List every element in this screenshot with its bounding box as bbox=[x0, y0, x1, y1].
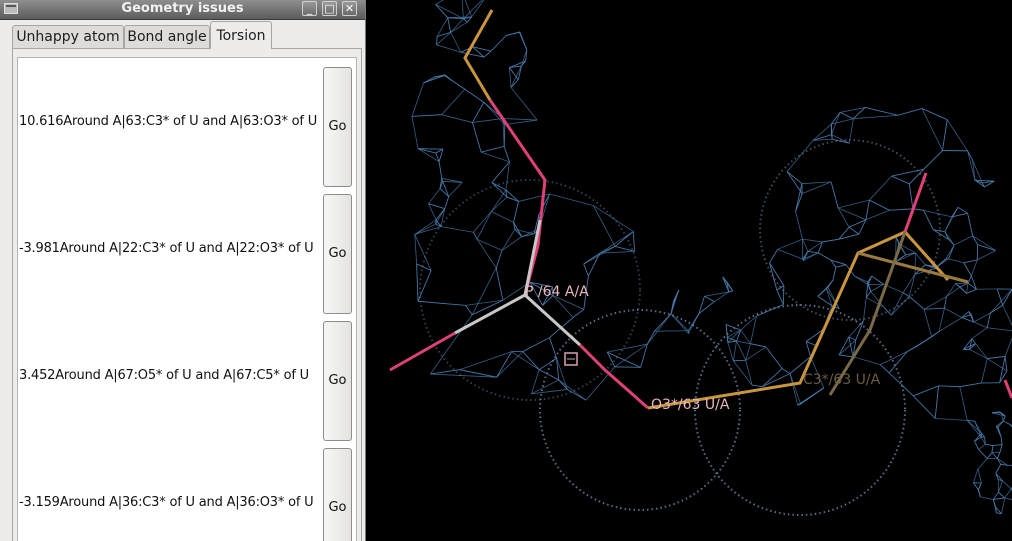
list-item: 10.616Around A|63:C3* of U and A|63:O3* … bbox=[18, 58, 356, 187]
close-button[interactable]: ✕ bbox=[342, 1, 357, 16]
minimize-button[interactable]: _ bbox=[302, 1, 317, 16]
tab-unhappy-atom[interactable]: Unhappy atom bbox=[12, 25, 124, 48]
torsion-value: 10.616 bbox=[19, 114, 64, 129]
torsion-value: 3.452 bbox=[19, 368, 56, 383]
torsion-value: -3.159 bbox=[19, 495, 60, 510]
oxygen-bond-left bbox=[389, 331, 456, 372]
go-button[interactable]: Go bbox=[323, 448, 352, 541]
torsion-text: -3.981Around A|22:C3* of U and A|22:O3* … bbox=[19, 185, 314, 312]
oxygen-bond-right bbox=[903, 172, 928, 233]
phosphate-bond-down bbox=[523, 293, 582, 347]
dot-surface-top-right bbox=[759, 139, 941, 321]
torsion-text: -3.159Around A|36:C3* of U and A|36:O3* … bbox=[19, 439, 314, 541]
maximize-button[interactable]: □ bbox=[322, 1, 337, 16]
go-button[interactable]: Go bbox=[323, 321, 352, 441]
oxygen-bond-down bbox=[578, 343, 649, 410]
torsion-text: 10.616Around A|63:C3* of U and A|63:O3* … bbox=[19, 58, 317, 185]
atom-label-c3: C3*/63 U/A bbox=[803, 372, 881, 388]
torsion-text: 3.452Around A|67:O5* of U and A|67:C5* o… bbox=[19, 312, 309, 439]
carbon-bond-faded bbox=[857, 251, 969, 284]
list-item: -3.159Around A|36:C3* of U and A|36:O3* … bbox=[18, 439, 356, 541]
torsion-value: -3.981 bbox=[19, 241, 60, 256]
window-titlebar[interactable]: Geometry issues _ □ ✕ bbox=[0, 0, 365, 20]
list-item: 3.452Around A|67:O5* of U and A|67:C5* o… bbox=[18, 312, 356, 441]
list-item: -3.981Around A|22:C3* of U and A|22:O3* … bbox=[18, 185, 356, 314]
torsion-description: Around A|22:C3* of U and A|22:O3* of U bbox=[59, 241, 314, 256]
go-button[interactable]: Go bbox=[323, 194, 352, 314]
torsion-description: Around A|63:C3* of U and A|63:O3* of U bbox=[63, 114, 318, 129]
backbone-carbon-top bbox=[463, 9, 494, 101]
phosphate-bond-left bbox=[454, 293, 526, 335]
go-button[interactable]: Go bbox=[323, 67, 352, 187]
carbon-chain bbox=[647, 230, 950, 410]
torsion-panel: 10.616Around A|63:C3* of U and A|63:O3* … bbox=[12, 48, 362, 541]
atom-label-o3: O3*/63 U/A bbox=[651, 397, 730, 413]
oxygen-bond-edge bbox=[1003, 379, 1012, 399]
backbone-oxygen-top bbox=[488, 99, 547, 296]
tab-bond-angle[interactable]: Bond angle bbox=[124, 25, 210, 48]
atom-label-p: P /64 A/A bbox=[525, 284, 589, 300]
torsion-description: Around A|67:O5* of U and A|67:C5* of U bbox=[55, 368, 309, 383]
geometry-issues-window: Geometry issues _ □ ✕ Unhappy atom Bond … bbox=[0, 0, 366, 541]
torsion-list[interactable]: 10.616Around A|63:C3* of U and A|63:O3* … bbox=[17, 57, 357, 541]
torsion-description: Around A|36:C3* of U and A|36:O3* of U bbox=[59, 495, 314, 510]
tab-torsion[interactable]: Torsion bbox=[210, 21, 272, 49]
